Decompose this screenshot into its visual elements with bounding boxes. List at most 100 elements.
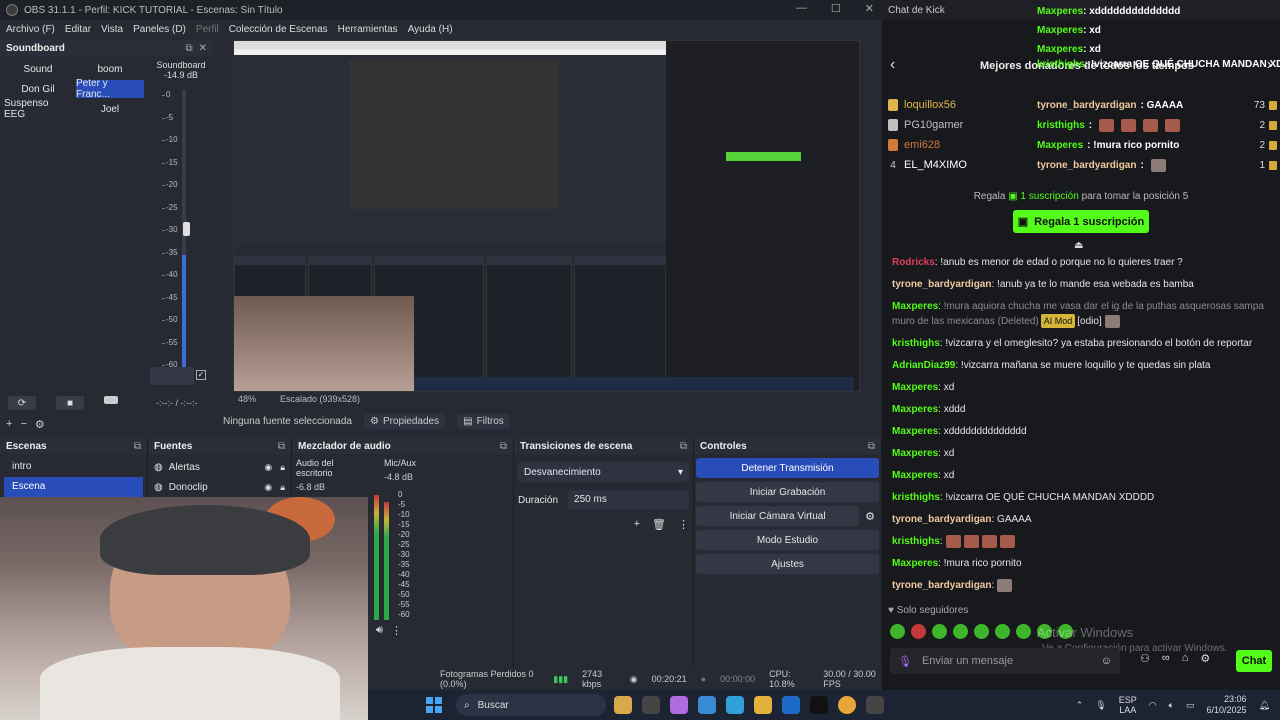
minimize-icon[interactable]: —	[796, 2, 807, 15]
pinned-icon[interactable]: ⏏	[1074, 240, 1083, 251]
chat-username[interactable]: tyrone_bardyardigan	[892, 279, 991, 290]
chat-user[interactable]: tyrone_bardyardigan	[1037, 100, 1136, 111]
chat-username[interactable]: Maxperes	[892, 382, 938, 393]
chat-user[interactable]: kristhighs	[1037, 59, 1085, 70]
undock-icon[interactable]: ⧉	[680, 441, 687, 452]
chat-username[interactable]: Maxperes	[892, 301, 938, 312]
visibility-eye-icon[interactable]: ◉	[264, 462, 272, 473]
chat-username[interactable]: Maxperes	[892, 448, 938, 459]
sound-button-suspenso[interactable]: Suspenso EEG	[4, 98, 72, 120]
emote-icon[interactable]	[995, 624, 1010, 639]
donor-row[interactable]: loquillox56	[888, 95, 1028, 115]
send-chat-button[interactable]: Chat	[1236, 650, 1272, 672]
scene-item-intro[interactable]: intro	[4, 457, 143, 477]
add-icon[interactable]: +	[634, 518, 640, 531]
wifi-icon[interactable]: ◠	[1149, 700, 1157, 711]
volume-icon[interactable]: 🔈︎	[1169, 700, 1174, 711]
chat-user[interactable]: tyrone_bardyardigan	[1037, 160, 1136, 171]
chat-username[interactable]: kristhighs	[892, 338, 940, 349]
close-dock-icon[interactable]: ✕	[199, 43, 207, 54]
menu-view[interactable]: Vista	[101, 24, 123, 35]
taskbar-search[interactable]: ⌕ Buscar	[456, 694, 606, 716]
lock-icon[interactable]: 🔒︎	[280, 462, 285, 473]
emote-icon[interactable]	[932, 624, 947, 639]
more-icon[interactable]: ⋮	[391, 624, 402, 637]
chat-user[interactable]: Maxperes	[1037, 6, 1083, 17]
scene-item-escena[interactable]: Escena	[4, 477, 143, 497]
menu-docks[interactable]: Paneles (D)	[133, 24, 186, 35]
checkbox-icon[interactable]: ✓	[196, 370, 206, 380]
source-item-alertas[interactable]: ◍ Alertas ◉ 🔒︎	[148, 457, 291, 477]
studio-mode-button[interactable]: Modo Estudio	[696, 530, 879, 550]
settings-button[interactable]: Ajustes	[696, 554, 879, 574]
emote-icon[interactable]	[953, 624, 968, 639]
close-icon[interactable]: ✕	[865, 2, 874, 15]
outlook-icon[interactable]	[782, 696, 800, 714]
preview-scale[interactable]: Escalado (939x528)	[280, 394, 360, 404]
donor-row[interactable]: emi628	[888, 135, 1028, 155]
start-recording-button[interactable]: Iniciar Grabación	[696, 482, 879, 502]
emote-icon[interactable]	[890, 624, 905, 639]
lock-icon[interactable]: 🔒︎	[280, 482, 285, 493]
maximize-icon[interactable]: ☐	[831, 2, 841, 15]
menu-scene-collection[interactable]: Colección de Escenas	[229, 24, 328, 35]
task-view-icon[interactable]	[642, 696, 660, 714]
undock-icon[interactable]: ⧉	[500, 441, 507, 452]
store-app-icon[interactable]	[698, 696, 716, 714]
emote-icon[interactable]	[911, 624, 926, 639]
battery-icon[interactable]: ▭	[1186, 700, 1195, 711]
chat-username[interactable]: AdrianDiaz99	[892, 360, 955, 371]
emote-icon[interactable]	[1016, 624, 1031, 639]
source-item-donoclip[interactable]: ◍ Donoclip ◉ 🔒︎	[148, 477, 291, 497]
gift-subscription-button[interactable]: ▣ Regala 1 suscripción	[1013, 210, 1149, 233]
sound-button-joel[interactable]: Joel	[76, 100, 144, 118]
chat-username[interactable]: kristhighs	[892, 492, 940, 503]
link-icon[interactable]: ∞	[1162, 652, 1170, 665]
menu-file[interactable]: Archivo (F)	[6, 24, 55, 35]
chat-user[interactable]: Maxperes	[1037, 25, 1083, 36]
duration-input[interactable]: 250 ms	[568, 490, 689, 510]
gear-icon[interactable]: ⚙	[865, 510, 875, 523]
microphone-icon[interactable]: 🎙︎	[898, 655, 912, 668]
add-icon[interactable]: +	[6, 418, 12, 431]
gear-icon[interactable]: ⚙	[35, 418, 45, 431]
chat-username[interactable]: Maxperes	[892, 558, 938, 569]
donor-row[interactable]: PG10gamer	[888, 115, 1028, 135]
sound-button-peter[interactable]: Peter y Franc...	[76, 78, 144, 100]
volume-slider-handle[interactable]	[183, 222, 190, 236]
sound-button-sound[interactable]: Sound	[4, 60, 72, 78]
file-explorer-icon[interactable]	[754, 696, 772, 714]
preview-zoom[interactable]: 48%	[238, 394, 256, 404]
clock[interactable]: 23:06 6/10/2025	[1207, 694, 1247, 716]
transition-select[interactable]: Desvanecimiento ▾	[518, 462, 689, 482]
windows-start-icon[interactable]	[426, 697, 442, 713]
emoji-icon[interactable]: ☺	[1101, 655, 1112, 667]
donor-row[interactable]: 4 EL_M4XIMO	[888, 155, 1028, 175]
trash-icon[interactable]: 🗑︎	[652, 518, 666, 531]
notification-icon[interactable]: 🔔︎	[1259, 700, 1270, 711]
undock-icon[interactable]: ⧉	[134, 441, 141, 452]
menu-edit[interactable]: Editar	[65, 24, 91, 35]
filters-button[interactable]: ▤ Filtros	[457, 413, 510, 429]
language-indicator[interactable]: ESP LAA	[1119, 695, 1137, 715]
emote-icon[interactable]	[974, 624, 989, 639]
edge-icon[interactable]	[726, 696, 744, 714]
users-icon[interactable]: ⚇	[1140, 652, 1150, 665]
menu-help[interactable]: Ayuda (H)	[408, 24, 453, 35]
chat-user[interactable]: Maxperes	[1037, 140, 1083, 151]
chevron-left-icon[interactable]: ‹	[890, 56, 895, 74]
loop-toggle[interactable]	[104, 396, 118, 404]
tiktok-icon[interactable]	[810, 696, 828, 714]
chat-input[interactable]: 🎙︎ Enviar un mensaje ☺	[890, 648, 1120, 674]
chat-username[interactable]: Maxperes	[892, 404, 938, 415]
chat-username[interactable]: tyrone_bardyardigan	[892, 580, 991, 591]
chat-user[interactable]: kristhighs	[1037, 120, 1085, 131]
sound-button-don-gil[interactable]: Don Gil	[4, 80, 72, 98]
stop-icon[interactable]: ■	[56, 396, 84, 410]
sound-button-boom[interactable]: boom	[76, 60, 144, 78]
remove-icon[interactable]: −	[20, 418, 26, 431]
game-app-icon[interactable]	[614, 696, 632, 714]
store-icon[interactable]: ⌂	[1182, 652, 1189, 665]
visibility-eye-icon[interactable]: ◉	[264, 482, 272, 493]
stop-streaming-button[interactable]: Detener Transmisión	[696, 458, 879, 478]
